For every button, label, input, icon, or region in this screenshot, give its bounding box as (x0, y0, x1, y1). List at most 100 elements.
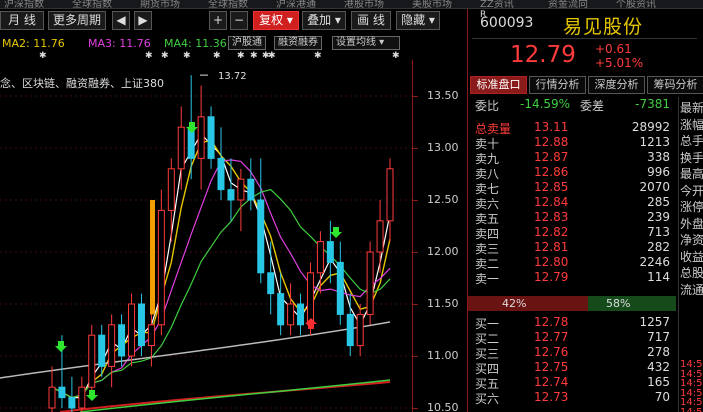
level-volume: 2246 (639, 255, 670, 269)
candle-body (58, 386, 66, 399)
nav-left-button[interactable]: ◀ (112, 11, 130, 30)
stat-label: 今开 (680, 183, 703, 198)
ask-row[interactable]: 卖十 12.88 1213 (468, 135, 676, 151)
candle-body (88, 334, 96, 388)
tab-chip-analysis[interactable]: 筹码分析 (647, 76, 703, 94)
nav-right-button[interactable]: ▶ (134, 11, 152, 30)
stat-label: 净资 (680, 233, 703, 247)
top-menu-item[interactable]: 期货市场 (140, 0, 180, 8)
candle-body (267, 272, 275, 295)
candle-body (306, 272, 314, 326)
ask-row[interactable]: 卖一 12.79 114 (468, 270, 676, 286)
zoom-in-button[interactable]: + (209, 11, 227, 30)
level-price: 12.88 (534, 135, 569, 149)
top-menu-item[interactable]: 沪深指数 (4, 0, 44, 8)
weibi-value: -14.59% (520, 97, 571, 111)
level-volume: 713 (647, 225, 670, 239)
stat-label: 涨幅 (680, 117, 703, 132)
level-volume: 1257 (639, 315, 670, 329)
price-tick (413, 148, 418, 149)
candle-body (217, 157, 225, 191)
ma4-value: MA4: 11.36 (164, 37, 227, 50)
zoom-out-button[interactable]: − (230, 11, 248, 30)
buy-signal-arrow-icon (86, 390, 98, 401)
level-label: 买六 (475, 392, 500, 406)
level-price: 12.87 (534, 150, 569, 164)
ma-settings-button[interactable]: 设置均线 ▾ (332, 36, 400, 50)
tab-depth-analysis[interactable]: 深度分析 (588, 76, 645, 94)
level-price: 12.86 (534, 165, 569, 179)
level-volume: 278 (647, 345, 670, 359)
level-price: 12.74 (534, 375, 569, 389)
top-menu-item[interactable]: 港股市场 (344, 0, 384, 8)
top-menu-item[interactable]: 全球指数 (208, 0, 248, 8)
stat-label: 换手 (680, 150, 703, 165)
ask-row[interactable]: 卖二 12.80 2246 (468, 255, 676, 271)
buy-signal-arrow-icon (330, 227, 342, 238)
price-change: +0.61 (595, 42, 632, 56)
top-menu-item[interactable]: 沪深港通 (276, 0, 316, 8)
level-price: 13.11 (534, 120, 569, 134)
last-price: 12.79 (510, 42, 576, 68)
tab-standard-book[interactable]: 标准盘口 (470, 76, 527, 94)
ask-row[interactable]: 卖九 12.87 338 (468, 150, 676, 166)
top-menu-item[interactable]: 全球指数 (72, 0, 112, 8)
top-menu-item[interactable]: 个股资讯 (616, 0, 656, 8)
ask-row[interactable]: 总卖量 13.11 28992 (468, 120, 676, 136)
candle-body (128, 303, 136, 357)
ask-row[interactable]: 卖三 12.81 282 (468, 240, 676, 256)
candle-body (78, 386, 86, 409)
weicha-value: -7381 (635, 97, 670, 111)
level-price: 12.73 (534, 390, 569, 404)
period-month-button[interactable]: 月 线 (0, 11, 44, 30)
bid-row[interactable]: 买一 12.78 1257 (468, 315, 676, 331)
level-volume: 1213 (639, 135, 670, 149)
bid-row[interactable]: 买三 12.76 278 (468, 345, 676, 361)
candle-body (287, 303, 295, 326)
sell-ratio-value: 58% (606, 297, 631, 310)
candle-body (336, 261, 344, 315)
top-menu-item[interactable]: 资金流向 (548, 0, 588, 8)
fuquan-button[interactable]: 复权 ▾ (253, 11, 299, 30)
hide-button[interactable]: 隐藏 ▾ (396, 11, 440, 30)
candle-body (98, 334, 106, 367)
candle-body (68, 397, 76, 409)
ask-row[interactable]: 卖八 12.86 996 (468, 165, 676, 181)
price-tick-label: 13.50 (427, 89, 459, 102)
overlay-button[interactable]: 叠加 ▾ (302, 11, 346, 30)
level-volume: 996 (647, 165, 670, 179)
candle-body (227, 189, 235, 201)
ask-row[interactable]: 卖五 12.83 239 (468, 210, 676, 226)
level-price: 12.85 (534, 180, 569, 194)
bid-row[interactable]: 买五 12.74 165 (468, 375, 676, 391)
candle-body (366, 251, 374, 315)
top-menu-item[interactable]: ZZ资讯 (480, 0, 514, 8)
ask-book: 总卖量 13.11 28992 卖十 12.88 1213 卖九 12.87 338 卖八 12.8… (468, 120, 676, 286)
ask-row[interactable]: 卖四 12.82 713 (468, 225, 676, 241)
price-tick-label: 13.00 (427, 141, 459, 154)
stat-label: 流通 (680, 282, 703, 297)
hide-label: 隐藏 (401, 13, 426, 27)
candle-body (177, 126, 185, 170)
level-price: 12.79 (534, 270, 569, 284)
bid-row[interactable]: 买二 12.77 717 (468, 330, 676, 346)
stat-label: 总股 (680, 266, 703, 280)
top-menu-item[interactable]: 美股市场 (412, 0, 452, 8)
rzrq-button[interactable]: 融资融券 (274, 36, 322, 50)
ask-row[interactable]: 卖七 12.85 2070 (468, 180, 676, 196)
hgt-button[interactable]: 沪股通 (228, 36, 266, 50)
stat-label: 总手 (680, 134, 703, 148)
draw-line-button[interactable]: 画 线 (351, 11, 391, 30)
candle-body (346, 313, 354, 347)
tab-market-analysis[interactable]: 行情分析 (529, 76, 586, 94)
more-periods-button[interactable]: 更多周期 (48, 11, 106, 30)
stock-name: 易见股份 (563, 16, 644, 38)
ask-row[interactable]: 卖六 12.84 285 (468, 195, 676, 211)
level-volume: 285 (647, 195, 670, 209)
sell-signal-arrow-icon (305, 318, 317, 329)
quote-tabs: 标准盘口 行情分析 深度分析 筹码分析 (468, 76, 703, 94)
level-price: 12.76 (534, 345, 569, 359)
bid-row[interactable]: 买四 12.75 432 (468, 360, 676, 376)
kline-chart[interactable]: 13.72 (0, 60, 466, 412)
bid-row[interactable]: 买六 12.73 70 (468, 390, 676, 406)
